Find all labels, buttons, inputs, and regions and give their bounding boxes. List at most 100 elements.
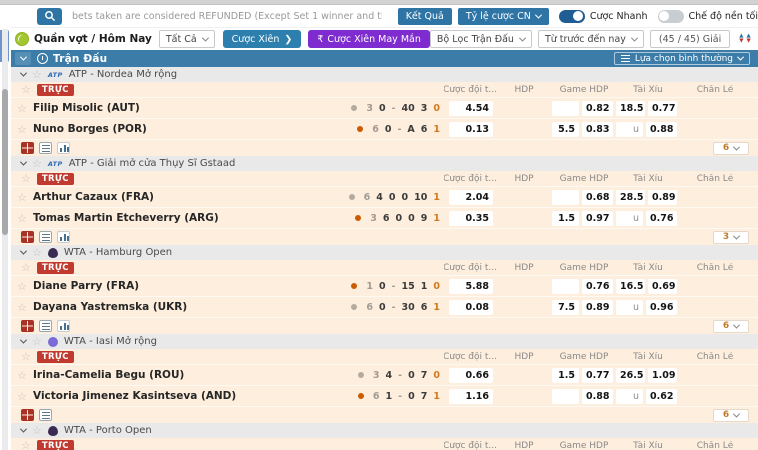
market-count-dropdown[interactable]: 3	[713, 230, 749, 244]
game-hdp-line[interactable]	[552, 100, 579, 116]
favorite-star-icon[interactable]: ☆	[32, 158, 42, 169]
game-hdp-line[interactable]: 1.5	[552, 210, 579, 226]
favorite-star-icon[interactable]: ☆	[21, 84, 31, 95]
over-under-odds[interactable]: 0.96	[646, 299, 677, 315]
league-header[interactable]: ☆ ATP ATP - Nordea Mở rộng	[11, 67, 758, 82]
moneyline-odds[interactable]: 0.66	[449, 367, 493, 383]
game-hdp-odds[interactable]: 0.97	[582, 210, 613, 226]
over-under-odds[interactable]: 0.62	[646, 388, 677, 404]
moneyline-odds[interactable]: 1.16	[449, 388, 493, 404]
game-hdp-odds[interactable]: 0.68	[582, 189, 613, 205]
list-icon[interactable]	[39, 231, 52, 243]
chart-icon[interactable]	[57, 142, 70, 154]
game-hdp-odds[interactable]: 0.82	[582, 100, 613, 116]
market-count-dropdown[interactable]: 6	[713, 141, 749, 155]
game-hdp-odds[interactable]: 0.77	[582, 367, 613, 383]
list-icon[interactable]	[39, 409, 52, 421]
over-under-odds[interactable]: 0.88	[646, 121, 677, 137]
game-hdp-odds[interactable]: 0.83	[582, 121, 613, 137]
favorite-star-icon[interactable]: ☆	[11, 370, 33, 381]
league-header[interactable]: ☆ WTA - Hamburg Open	[11, 245, 758, 260]
game-hdp-odds[interactable]: 0.89	[582, 299, 613, 315]
parlay-button[interactable]: Cược Xiên ❯	[222, 30, 302, 48]
quick-bet-toggle[interactable]	[558, 9, 585, 23]
score-token: 1	[433, 390, 440, 402]
market-count-dropdown[interactable]: 6	[713, 408, 749, 422]
over-under-line[interactable]: 26.5	[616, 367, 645, 383]
player-name: Diane Parry (FRA)	[33, 280, 139, 292]
moneyline-odds[interactable]: 0.13	[449, 121, 493, 137]
favorite-star-icon[interactable]: ☆	[11, 124, 33, 135]
scrollbar-thumb[interactable]	[2, 89, 8, 235]
over-under-line[interactable]: u	[616, 121, 643, 137]
favorite-star-icon[interactable]: ☆	[11, 302, 33, 313]
list-icon[interactable]	[39, 142, 52, 154]
grid-icon[interactable]	[21, 320, 34, 332]
favorite-star-icon[interactable]: ☆	[21, 262, 31, 273]
over-under-odds[interactable]: 1.09	[648, 367, 677, 383]
left-scrollbar[interactable]	[0, 5, 11, 450]
over-under-line[interactable]: 28.5	[616, 189, 645, 205]
collapse-all-button[interactable]	[15, 52, 31, 65]
moneyline-odds[interactable]: 2.04	[449, 189, 493, 205]
over-under-odds[interactable]: 0.76	[646, 210, 677, 226]
dark-mode-toggle[interactable]	[657, 9, 684, 23]
league-header[interactable]: ☆ ATP ATP - Giải mở cửa Thụy Sĩ Gstaad	[11, 156, 758, 171]
moneyline-odds[interactable]: 4.54	[449, 100, 493, 116]
favorite-star-icon[interactable]: ☆	[32, 425, 42, 436]
league-header[interactable]: ☆ WTA - Iasi Mở rộng	[11, 334, 758, 349]
game-hdp-line[interactable]: 7.5	[552, 299, 579, 315]
search-button[interactable]	[37, 7, 62, 25]
grid-icon[interactable]	[21, 231, 34, 243]
favorite-star-icon[interactable]: ☆	[11, 103, 33, 114]
favorite-star-icon[interactable]: ☆	[21, 440, 31, 450]
lucky-parlay-button[interactable]: ₹ Cược Xiên May Mắn	[308, 30, 430, 48]
match-tools-row: 3	[11, 228, 758, 245]
over-under-odds[interactable]: 0.69	[648, 278, 677, 294]
chart-icon[interactable]	[57, 320, 70, 332]
favorite-star-icon[interactable]: ☆	[11, 391, 33, 402]
over-under-line[interactable]: u	[616, 299, 643, 315]
favorite-star-icon[interactable]: ☆	[21, 173, 31, 184]
market-count-dropdown[interactable]: 6	[713, 319, 749, 333]
over-under-odds[interactable]: 0.77	[648, 100, 677, 116]
favorite-star-icon[interactable]: ☆	[11, 192, 33, 203]
sort-arrows-icon[interactable]: ▲ ▼ ▲ ▼	[736, 33, 753, 45]
score-token: 0	[408, 212, 415, 224]
game-hdp-odds[interactable]: 0.88	[582, 388, 613, 404]
match-filter-dropdown[interactable]: Bộ Lọc Trận Đấu	[429, 30, 532, 48]
chevron-down-icon	[736, 53, 745, 61]
favorite-star-icon[interactable]: ☆	[11, 213, 33, 224]
moneyline-odds[interactable]: 0.35	[449, 210, 493, 226]
grid-icon[interactable]	[21, 142, 34, 154]
over-under-odds[interactable]: 0.89	[648, 189, 677, 205]
game-hdp-odds[interactable]: 0.76	[582, 278, 613, 294]
favorite-star-icon[interactable]: ☆	[32, 247, 42, 258]
column-header: Game HDP	[559, 84, 609, 95]
chart-icon[interactable]	[57, 231, 70, 243]
game-hdp-line[interactable]	[552, 278, 579, 294]
list-icon[interactable]	[39, 320, 52, 332]
favorite-star-icon[interactable]: ☆	[11, 281, 33, 292]
over-under-line[interactable]: u	[616, 388, 643, 404]
game-hdp-line[interactable]	[552, 189, 579, 205]
over-under-line[interactable]: u	[616, 210, 643, 226]
game-hdp-line[interactable]	[552, 388, 579, 404]
display-mode-dropdown[interactable]: Lựa chọn bình thường	[613, 52, 750, 65]
favorite-star-icon[interactable]: ☆	[32, 69, 42, 80]
moneyline-odds[interactable]: 0.08	[449, 299, 493, 315]
odds-type-dropdown[interactable]: Tỷ lệ cược CN	[457, 7, 549, 25]
game-hdp-cell: 1.5 0.97	[552, 210, 616, 226]
league-filter-select[interactable]: Tất Cả	[158, 30, 215, 48]
favorite-star-icon[interactable]: ☆	[21, 351, 31, 362]
moneyline-odds[interactable]: 5.88	[449, 278, 493, 294]
grid-icon[interactable]	[21, 409, 34, 421]
game-hdp-line[interactable]: 5.5	[552, 121, 579, 137]
results-button[interactable]: Kết Quả	[397, 7, 452, 25]
time-filter-dropdown[interactable]: Từ trước đến nay	[537, 30, 644, 48]
over-under-line[interactable]: 18.5	[616, 100, 645, 116]
game-hdp-line[interactable]: 1.5	[552, 367, 579, 383]
league-header[interactable]: ☆ WTA - Porto Open	[11, 423, 758, 438]
favorite-star-icon[interactable]: ☆	[32, 336, 42, 347]
over-under-line[interactable]: 16.5	[616, 278, 645, 294]
